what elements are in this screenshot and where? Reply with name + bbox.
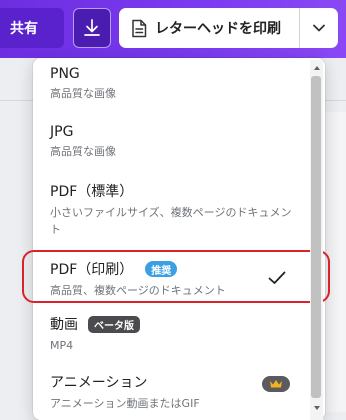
format-option-subtitle: アニメーション動画またはGIF bbox=[50, 397, 200, 410]
scroll-up-arrow[interactable] bbox=[310, 62, 323, 74]
scroll-thumb[interactable] bbox=[311, 76, 321, 398]
scroll-down-arrow[interactable] bbox=[310, 402, 323, 414]
print-main-button[interactable]: レターヘッドを印刷 bbox=[119, 8, 299, 48]
format-option-video[interactable]: 動画 ベータ版 MP4 bbox=[33, 314, 309, 358]
format-option-subtitle: 小さいファイルサイズ、複数ページのドキュメント bbox=[50, 206, 292, 236]
format-option-png[interactable]: PNG 高品質な画像 bbox=[33, 66, 309, 118]
print-button: レターヘッドを印刷 bbox=[119, 8, 338, 48]
share-label: 共有 bbox=[10, 21, 38, 37]
beta-badge: ベータ版 bbox=[88, 315, 140, 333]
format-option-title: PNG bbox=[50, 66, 80, 82]
triangle-down-icon bbox=[313, 406, 320, 410]
format-option-jpg[interactable]: JPG 高品質な画像 bbox=[33, 124, 309, 176]
format-option-title: PDF（標準） bbox=[50, 184, 134, 200]
format-option-pdf-standard[interactable]: PDF（標準） 小さいファイルサイズ、複数ページのドキュメント bbox=[33, 181, 309, 245]
share-button[interactable]: 共有 bbox=[0, 8, 64, 48]
format-option-subtitle: MP4 bbox=[50, 339, 74, 352]
download-format-menu: PNG 高品質な画像 JPG 高品質な画像 PDF（標準） 小さいファイルサイズ… bbox=[33, 58, 325, 420]
format-option-title: アニメーション bbox=[50, 375, 148, 391]
download-icon bbox=[84, 19, 100, 36]
document-icon bbox=[132, 19, 147, 37]
print-label: レターヘッドを印刷 bbox=[155, 21, 281, 37]
print-options-toggle[interactable] bbox=[300, 8, 338, 48]
download-button[interactable] bbox=[73, 8, 111, 48]
triangle-up-icon bbox=[313, 66, 320, 70]
format-option-title: JPG bbox=[50, 124, 74, 140]
chevron-down-icon bbox=[313, 24, 325, 32]
format-option-animation[interactable]: アニメーション アニメーション動画またはGIF bbox=[33, 372, 309, 416]
selected-option-highlight bbox=[22, 250, 330, 303]
crown-icon bbox=[270, 380, 282, 388]
premium-badge bbox=[262, 376, 290, 392]
format-option-title: 動画 bbox=[50, 317, 78, 333]
format-option-subtitle: 高品質な画像 bbox=[50, 145, 116, 158]
format-option-subtitle: 高品質な画像 bbox=[50, 87, 116, 100]
